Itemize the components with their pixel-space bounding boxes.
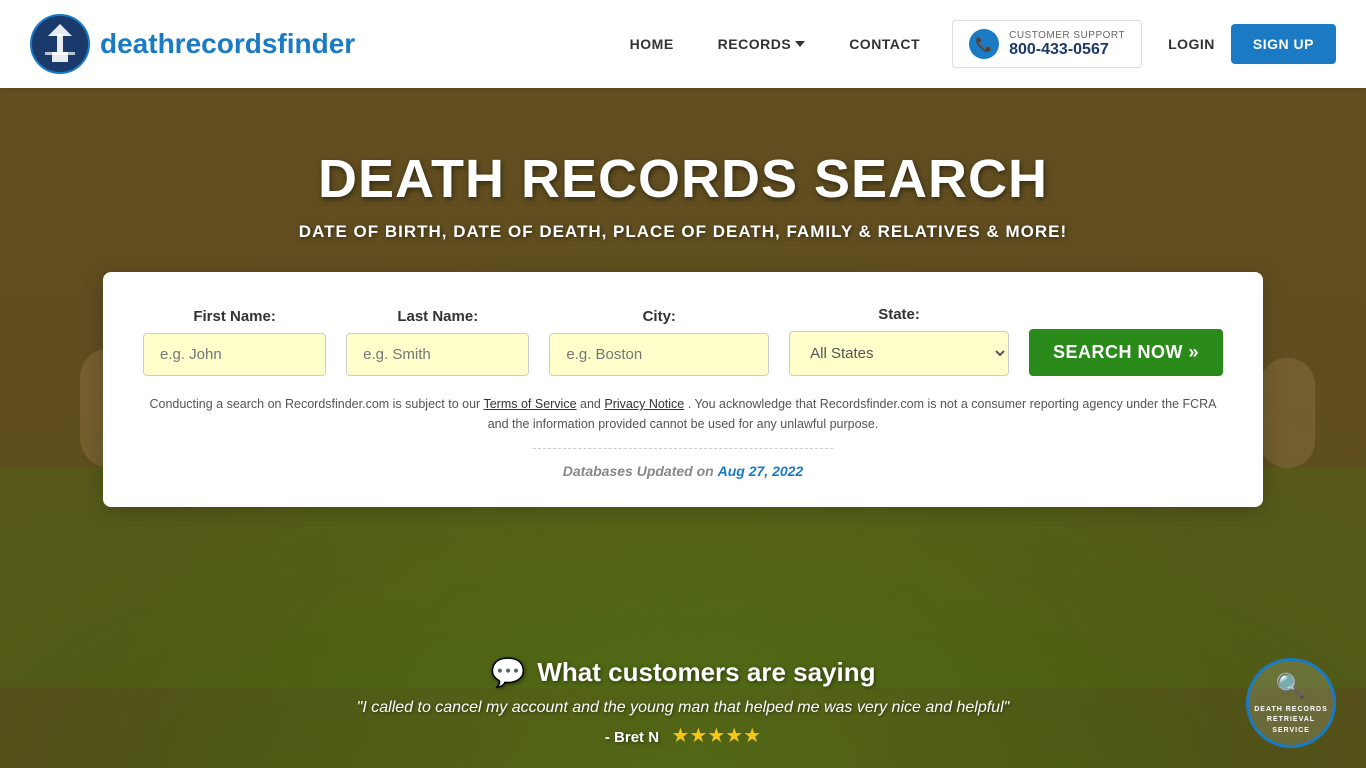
badge-icon: 🔍 bbox=[1249, 671, 1333, 702]
privacy-notice-link[interactable]: Privacy Notice bbox=[604, 397, 684, 411]
support-block: 📞 CUSTOMER SUPPORT 800-433-0567 bbox=[952, 20, 1142, 68]
disclaimer-text: Conducting a search on Recordsfinder.com… bbox=[143, 394, 1223, 434]
city-label: City: bbox=[549, 308, 769, 325]
site-header: deathrecordsfinder HOME RECORDS CONTACT … bbox=[0, 0, 1366, 88]
search-fields: First Name: Last Name: City: State: All … bbox=[143, 304, 1223, 376]
nav-records[interactable]: RECORDS bbox=[696, 36, 828, 52]
terms-of-service-link[interactable]: Terms of Service bbox=[483, 397, 576, 411]
firstname-input[interactable] bbox=[143, 333, 326, 376]
lastname-label: Last Name: bbox=[346, 308, 529, 325]
testimonials-heading: 💬 What customers are saying bbox=[0, 656, 1366, 689]
chat-icon: 💬 bbox=[491, 656, 526, 689]
phone-icon: 📞 bbox=[969, 29, 999, 59]
badge-text-line1: DEATH RECORDS bbox=[1254, 706, 1328, 713]
lastname-input[interactable] bbox=[346, 333, 529, 376]
db-update-text: Databases Updated on Aug 27, 2022 bbox=[143, 463, 1223, 479]
testimonial-author-line: - Bret N ★★★★★ bbox=[0, 723, 1366, 748]
nav-contact[interactable]: CONTACT bbox=[827, 36, 942, 52]
state-label: State: bbox=[789, 306, 1009, 323]
search-box: First Name: Last Name: City: State: All … bbox=[103, 272, 1263, 507]
support-label: CUSTOMER SUPPORT bbox=[1009, 30, 1125, 41]
search-button-group: SEARCH NOW » bbox=[1029, 304, 1223, 376]
logo-icon bbox=[30, 14, 90, 74]
hero-title: DEATH RECORDS SEARCH bbox=[0, 148, 1366, 210]
main-nav: HOME RECORDS CONTACT 📞 CUSTOMER SUPPORT … bbox=[608, 20, 1336, 68]
state-select[interactable]: All StatesAlabamaAlaskaArizonaArkansasCa… bbox=[789, 331, 1009, 376]
logo-link[interactable]: deathrecordsfinder bbox=[30, 14, 355, 74]
search-now-button[interactable]: SEARCH NOW » bbox=[1029, 329, 1223, 376]
testimonial-author: - Bret N bbox=[605, 729, 659, 746]
city-input[interactable] bbox=[549, 333, 769, 376]
testimonial-stars: ★★★★★ bbox=[671, 725, 761, 747]
firstname-label: First Name: bbox=[143, 308, 326, 325]
badge: 🔍 DEATH RECORDS RETRIEVAL SERVICE bbox=[1246, 658, 1336, 748]
logo-text: deathrecordsfinder bbox=[100, 28, 355, 60]
hero-subtitle: DATE OF BIRTH, DATE OF DEATH, PLACE OF D… bbox=[0, 222, 1366, 242]
hero-section: DEATH RECORDS SEARCH DATE OF BIRTH, DATE… bbox=[0, 88, 1366, 768]
city-field-group: City: bbox=[549, 308, 769, 376]
lastname-field-group: Last Name: bbox=[346, 308, 529, 376]
nav-home[interactable]: HOME bbox=[608, 36, 696, 52]
testimonial-quote: "I called to cancel my account and the y… bbox=[0, 699, 1366, 717]
divider bbox=[533, 448, 833, 449]
state-field-group: State: All StatesAlabamaAlaskaArizonaArk… bbox=[789, 306, 1009, 376]
badge-circle: 🔍 DEATH RECORDS RETRIEVAL SERVICE bbox=[1246, 658, 1336, 748]
testimonials-section: 💬 What customers are saying "I called to… bbox=[0, 656, 1366, 768]
badge-text-line2: RETRIEVAL SERVICE bbox=[1267, 716, 1315, 733]
chevron-down-icon bbox=[795, 41, 805, 47]
support-text: CUSTOMER SUPPORT 800-433-0567 bbox=[1009, 30, 1125, 59]
support-number: 800-433-0567 bbox=[1009, 41, 1125, 59]
firstname-field-group: First Name: bbox=[143, 308, 326, 376]
hero-content: DEATH RECORDS SEARCH DATE OF BIRTH, DATE… bbox=[0, 88, 1366, 507]
login-button[interactable]: LOGIN bbox=[1152, 36, 1231, 52]
badge-inner: 🔍 DEATH RECORDS RETRIEVAL SERVICE bbox=[1249, 671, 1333, 735]
signup-button[interactable]: SIGN UP bbox=[1231, 24, 1336, 64]
